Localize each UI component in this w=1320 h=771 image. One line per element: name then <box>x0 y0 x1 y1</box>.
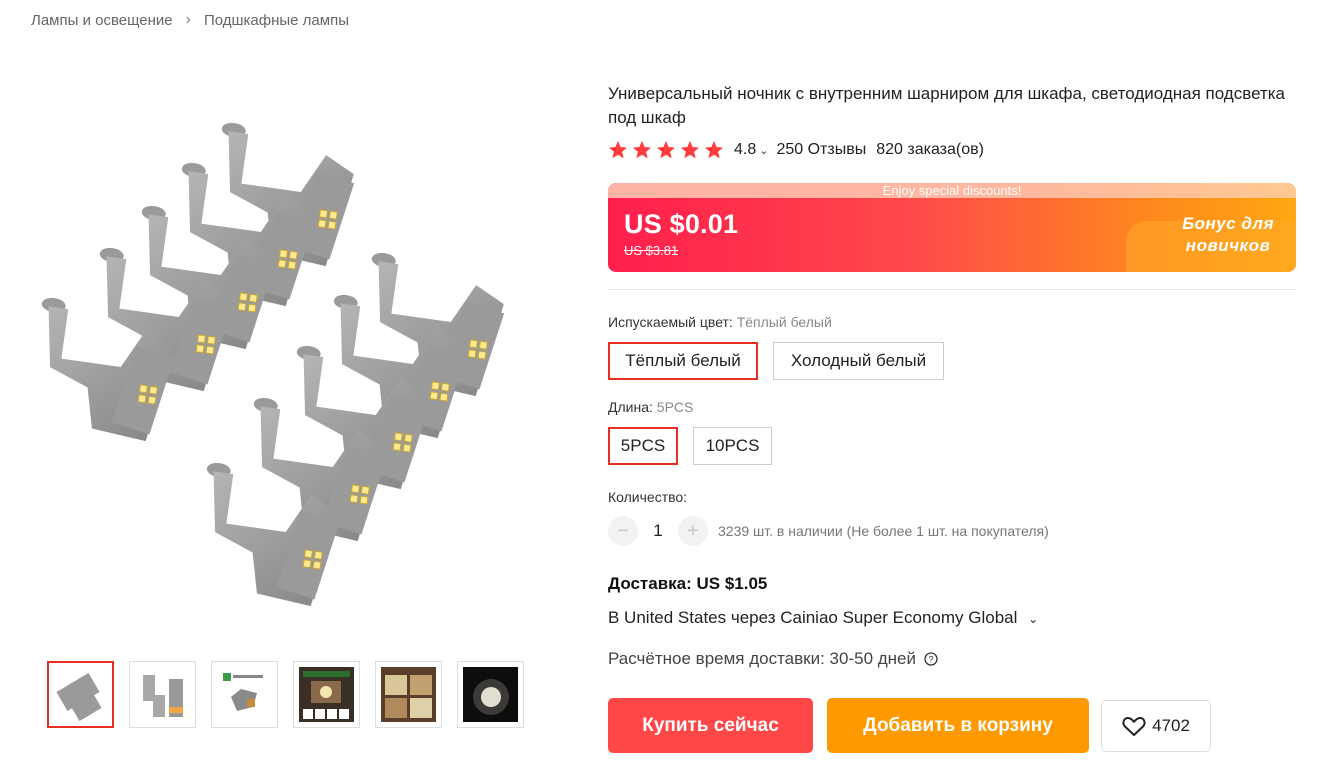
quantity-plus-button[interactable]: + <box>678 516 708 546</box>
shipping-price: Доставка: US $1.05 <box>608 574 768 593</box>
star-icon <box>609 141 627 159</box>
thumbnail-4[interactable] <box>293 661 360 728</box>
discount-banner-text: Enjoy special discounts! <box>608 183 1296 198</box>
product-main-image[interactable] <box>10 95 566 635</box>
product-title: Универсальный ночник с внутренним шарнир… <box>608 84 1286 127</box>
delivery-time: Расчётное время доставки: 30-50 дней ? <box>608 649 938 669</box>
option-label: Тёплый белый <box>625 351 741 370</box>
length-option-5pcs[interactable]: 5PCS <box>608 427 678 465</box>
heart-icon <box>1122 717 1146 736</box>
price-banner: Enjoy special discounts! US $0.01 US $3.… <box>608 183 1296 272</box>
breadcrumb-item-lamps[interactable]: Лампы и освещение <box>31 12 173 29</box>
length-label: Длина: <box>608 399 653 415</box>
quantity-value[interactable]: 1 <box>638 521 678 541</box>
color-option-cold-white[interactable]: Холодный белый <box>773 342 944 380</box>
rating-value[interactable]: 4.8 <box>734 141 756 159</box>
divider <box>608 289 1296 290</box>
quantity-minus-button[interactable]: − <box>608 516 638 546</box>
chevron-down-icon: ⌄ <box>1028 612 1039 626</box>
thumbnail-strip <box>47 661 524 728</box>
thumbnail-5[interactable] <box>375 661 442 728</box>
buy-now-button[interactable]: Купить сейчас <box>608 698 813 753</box>
thumbnail-3[interactable] <box>211 661 278 728</box>
svg-text:?: ? <box>928 655 933 665</box>
help-icon[interactable]: ? <box>924 652 938 666</box>
option-label: Холодный белый <box>790 351 927 370</box>
bonus-line-2: новичков <box>1185 236 1271 255</box>
wishlist-count: 4702 <box>1152 716 1190 735</box>
breadcrumb: Лампы и освещение › Подшкафные лампы <box>31 11 349 29</box>
delivery-time-text: Расчётное время доставки: 30-50 дней <box>608 649 917 668</box>
length-option-10pcs[interactable]: 10PCS <box>693 427 772 465</box>
quantity-label: Количество: <box>608 489 688 505</box>
star-icon <box>657 141 675 159</box>
newcomer-bonus-badge[interactable]: Бонус для новичков <box>1182 213 1274 257</box>
color-option-warm-white[interactable]: Тёплый белый <box>608 342 758 380</box>
bonus-line-1: Бонус для <box>1182 214 1274 233</box>
current-price: US $0.01 <box>624 209 739 239</box>
quantity-stepper: − 1 + 3239 шт. в наличии (Не более 1 шт.… <box>608 516 1049 546</box>
stock-info: 3239 шт. в наличии (Не более 1 шт. на по… <box>718 523 1049 539</box>
thumbnail-6[interactable] <box>457 661 524 728</box>
old-price: US $3.81 <box>624 243 679 258</box>
reviews-count[interactable]: 250 Отзывы <box>776 141 866 159</box>
color-selected-value: Тёплый белый <box>736 314 832 330</box>
star-icon <box>633 141 651 159</box>
star-icon <box>681 141 699 159</box>
shipping-method[interactable]: В United States через Cainiao Super Econ… <box>608 608 1038 628</box>
length-selected-value: 5PCS <box>656 399 694 415</box>
star-icon <box>705 141 723 159</box>
product-info: Универсальный ночник с внутренним шарнир… <box>608 82 1298 160</box>
color-property-label: Испускаемый цвет: Тёплый белый <box>608 314 832 330</box>
orders-count: 820 заказа(ов) <box>876 141 984 158</box>
option-label: 5PCS <box>620 436 666 455</box>
wishlist-button[interactable]: 4702 <box>1101 700 1211 752</box>
rating-row: 4.8 ⌄ 250 Отзывы 820 заказа(ов) <box>608 140 1298 160</box>
thumbnail-2[interactable] <box>129 661 196 728</box>
breadcrumb-item-cabinet-lamps[interactable]: Подшкафные лампы <box>204 12 349 29</box>
add-to-cart-button[interactable]: Добавить в корзину <box>827 698 1089 753</box>
shipping-method-text: В United States через Cainiao Super Econ… <box>608 608 1018 627</box>
length-property-label: Длина: 5PCS <box>608 399 693 415</box>
chevron-right-icon: › <box>185 11 191 28</box>
thumbnail-1[interactable] <box>47 661 114 728</box>
color-label: Испускаемый цвет: <box>608 314 733 330</box>
option-label: 10PCS <box>705 436 760 455</box>
chevron-down-icon[interactable]: ⌄ <box>759 144 768 157</box>
